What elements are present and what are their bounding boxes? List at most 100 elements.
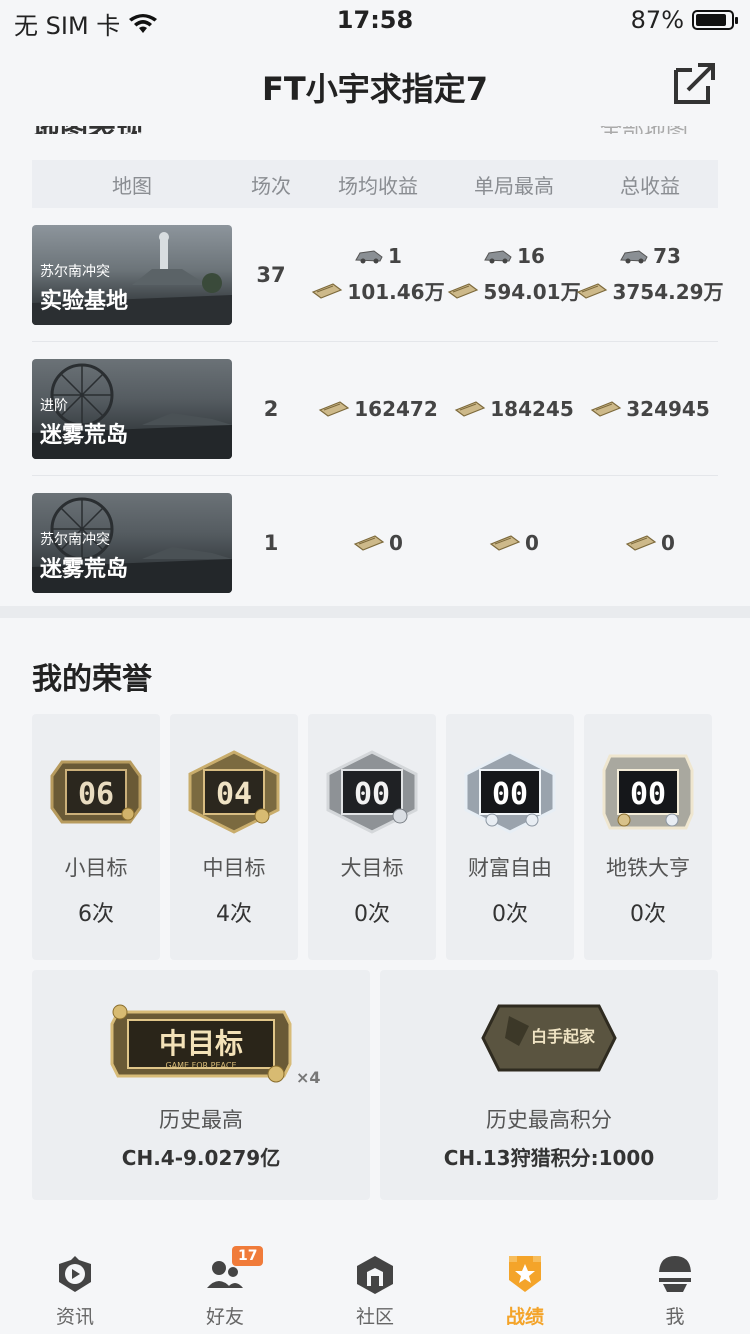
- status-bar: 无 SIM 卡 17:58 87%: [0, 0, 750, 42]
- total-cash-value: 0: [661, 530, 675, 555]
- share-icon[interactable]: [672, 60, 718, 106]
- table-row[interactable]: 苏尔南冲突 实验基地 37 1 101.46万 16 594.01万 73 37…: [32, 208, 724, 342]
- map-mode: 进阶: [40, 397, 68, 414]
- cash-icon: [591, 400, 622, 417]
- table-row[interactable]: 进阶 迷雾荒岛 2 162472 184245 324945: [32, 342, 718, 476]
- cash-icon: [448, 282, 479, 299]
- history-value: CH.4-9.0279亿: [121, 1146, 281, 1170]
- honor-card[interactable]: 06 小目标 6次: [32, 714, 160, 960]
- map-name: 迷雾荒岛: [40, 556, 129, 582]
- table-row[interactable]: 苏尔南冲突 迷雾荒岛 1 0 0 0: [32, 476, 718, 610]
- tab-community[interactable]: 社区: [300, 1234, 450, 1334]
- honor-label: 财富自由: [468, 856, 552, 880]
- record-icon: [509, 1256, 541, 1292]
- cash-icon: [455, 400, 486, 417]
- friends-count-badge: 17: [232, 1246, 264, 1266]
- multiplier-label: ×4: [296, 1068, 321, 1087]
- column-header: 地图: [112, 173, 152, 198]
- premium-badge-icon: 00: [602, 754, 694, 830]
- svg-text:06: 06: [78, 777, 114, 812]
- svg-text:04: 04: [216, 777, 252, 812]
- news-icon: [59, 1256, 91, 1292]
- total-car-value: 73: [653, 244, 681, 268]
- honor-count: 0次: [630, 902, 666, 927]
- svg-text:00: 00: [354, 777, 390, 812]
- map-mode: 苏尔南冲突: [40, 531, 110, 548]
- history-label: 历史最高: [159, 1108, 243, 1132]
- community-icon: [357, 1256, 393, 1294]
- history-card[interactable]: 白手起家 历史最高积分 CH.13狩猎积分:1000: [380, 970, 718, 1200]
- battery-percent: 87%: [630, 6, 684, 34]
- avg-cash-value: 162472: [354, 396, 438, 421]
- table-header: 地图 场次 场均收益 单局最高 总收益: [32, 160, 718, 208]
- tab-label: 我: [665, 1306, 685, 1328]
- svg-text:中目标: 中目标: [159, 1027, 243, 1060]
- gold-badge-icon: 06: [50, 760, 142, 824]
- profile-icon: [659, 1256, 691, 1292]
- mid-target-badge-icon: 中目标 GAME FOR PEACE: [110, 1004, 292, 1083]
- silver-badge-icon: 00: [326, 750, 418, 834]
- column-header: 总收益: [620, 173, 680, 198]
- honor-label: 小目标: [64, 856, 128, 880]
- battery-icon: [692, 10, 738, 30]
- history-label: 历史最高积分: [486, 1108, 612, 1132]
- map-thumbnail: 苏尔南冲突 实验基地: [32, 224, 232, 325]
- avg-cash-value: 101.46万: [347, 280, 445, 304]
- svg-text:白手起家: 白手起家: [531, 1027, 596, 1046]
- max-cash-value: 0: [525, 530, 539, 555]
- gold-badge-icon: 04: [188, 750, 280, 834]
- honor-card[interactable]: 04 中目标 4次: [170, 714, 298, 960]
- match-count: 1: [263, 530, 279, 555]
- self-made-badge-icon: 白手起家: [481, 1004, 617, 1072]
- map-stats-table: 苏尔南冲突 实验基地 37 1 101.46万 16 594.01万 73 37…: [32, 208, 724, 610]
- tab-label: 好友: [205, 1306, 244, 1328]
- cash-icon: [625, 534, 657, 551]
- match-count: 37: [256, 262, 286, 287]
- max-car-value: 16: [517, 244, 545, 268]
- honor-count: 4次: [216, 902, 252, 927]
- tab-label: 战绩: [505, 1306, 544, 1328]
- max-cash-value: 594.01万: [483, 280, 581, 304]
- tab-profile[interactable]: 我: [600, 1234, 750, 1334]
- column-header: 场均收益: [338, 173, 418, 198]
- cash-icon: [353, 534, 385, 551]
- tab-record[interactable]: 战绩: [450, 1234, 600, 1334]
- honor-label: 大目标: [340, 856, 404, 880]
- cash-icon: [319, 400, 350, 417]
- map-thumbnail: 苏尔南冲突 迷雾荒岛: [32, 492, 232, 593]
- svg-text:00: 00: [492, 777, 528, 812]
- cash-icon: [489, 534, 521, 551]
- map-mode: 苏尔南冲突: [40, 263, 110, 280]
- svg-text:GAME FOR PEACE: GAME FOR PEACE: [165, 1061, 236, 1070]
- match-count: 2: [263, 396, 279, 421]
- column-header: 单局最高: [474, 173, 554, 198]
- honor-label: 地铁大亨: [606, 856, 690, 880]
- history-card[interactable]: 中目标 GAME FOR PEACE ×4 历史最高 CH.4-9.0279亿: [32, 970, 370, 1200]
- map-name: 实验基地: [40, 288, 129, 314]
- max-cash-value: 184245: [490, 396, 574, 421]
- battery-group: 87%: [630, 6, 738, 34]
- avg-car-value: 1: [388, 244, 402, 268]
- honor-card[interactable]: 00 大目标 0次: [308, 714, 436, 960]
- column-header: 场次: [251, 173, 291, 198]
- car-icon: [355, 250, 383, 264]
- map-thumbnail: 进阶 迷雾荒岛: [32, 358, 232, 459]
- honor-count: 0次: [492, 902, 528, 927]
- tab-label: 社区: [355, 1306, 394, 1328]
- honor-card[interactable]: 00 地铁大亨 0次: [584, 714, 712, 960]
- tab-bar: 资讯 17 好友 社区 战绩 我: [0, 1234, 750, 1334]
- honor-label: 中目标: [202, 856, 266, 880]
- honor-count: 6次: [78, 902, 114, 927]
- history-value: CH.13狩猎积分:1000: [443, 1146, 655, 1170]
- honor-card[interactable]: 00 财富自由 0次: [446, 714, 574, 960]
- tab-label: 资讯: [55, 1306, 94, 1328]
- nav-bar: FT小宇求指定7: [0, 42, 750, 126]
- car-icon: [620, 250, 648, 264]
- tab-news[interactable]: 资讯: [0, 1234, 150, 1334]
- cash-icon: [577, 282, 608, 299]
- tab-friends[interactable]: 17 好友: [150, 1234, 300, 1334]
- svg-text:00: 00: [630, 777, 666, 812]
- car-icon: [484, 250, 512, 264]
- avg-cash-value: 0: [389, 530, 403, 555]
- diamond-badge-icon: 00: [464, 750, 556, 834]
